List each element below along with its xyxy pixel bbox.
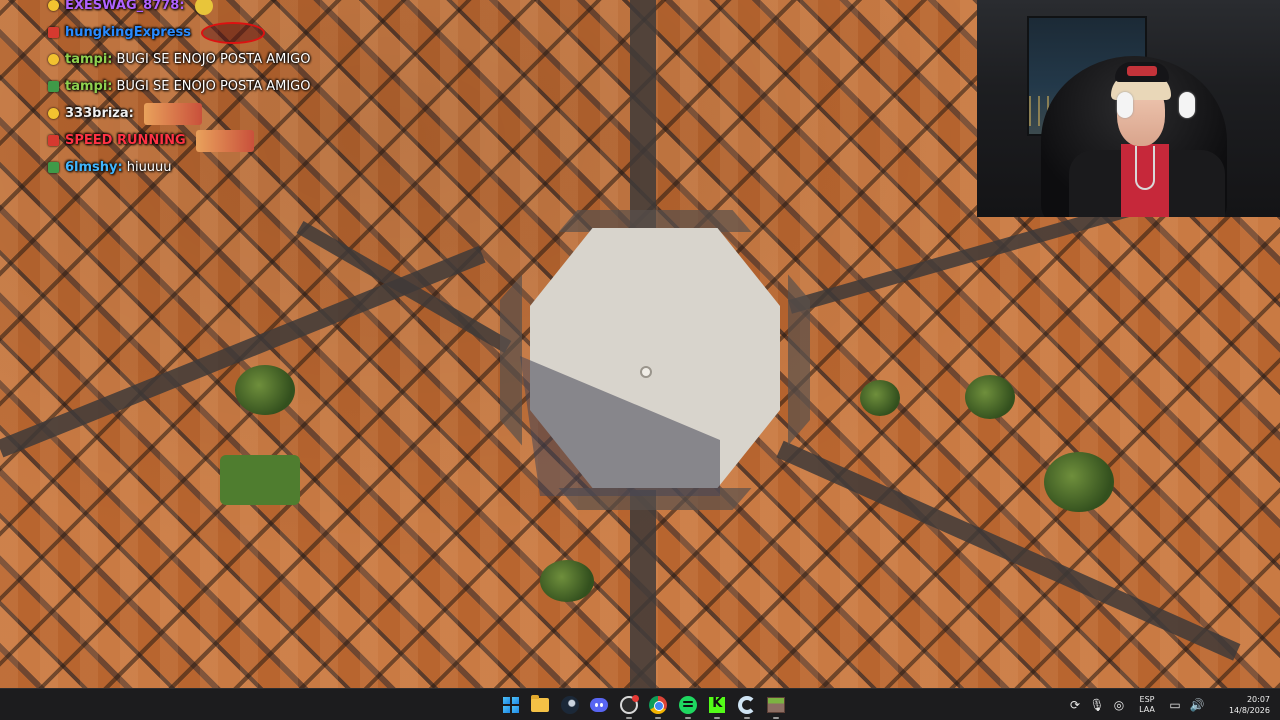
minecraft-icon	[767, 697, 786, 713]
webcam-headphone	[1179, 92, 1195, 118]
language-indicator[interactable]: ESP LAA	[1130, 695, 1164, 715]
chat-emote-icon	[201, 21, 266, 44]
keyboard-layout: LAA	[1139, 705, 1155, 714]
chat-username: 333briza:	[65, 106, 134, 121]
system-tray: ⟳ 🎙 ◎ ESP LAA ▭ 🔊 20:07 14/8/2026	[1064, 689, 1280, 720]
taskbar-app-chrome[interactable]	[644, 689, 674, 720]
chat-username: SPEED RUNNING	[65, 133, 186, 148]
webcam-headphone	[1117, 92, 1133, 118]
spotify-icon	[678, 696, 697, 714]
chrome-icon	[649, 696, 668, 714]
discord-icon	[590, 698, 609, 712]
taskbar-app-obs[interactable]	[614, 689, 644, 720]
taskbar-app-spotify[interactable]	[673, 689, 703, 720]
chat-message: hungkingExpress	[48, 19, 378, 46]
chat-username: EXESWAG_8778:	[65, 0, 185, 13]
wallpaper-monument	[640, 366, 652, 378]
running-indicator	[773, 717, 780, 719]
taskbar-app-discord[interactable]	[585, 689, 615, 720]
wallpaper-tree	[965, 375, 1015, 419]
taskbar-apps	[496, 689, 791, 720]
webcam-jacket	[1069, 150, 1129, 217]
stream-chat-overlay: EXESWAG_8778: hungkingExpress tampi: BUGI S…	[48, 0, 378, 181]
webcam-overlay	[977, 0, 1280, 217]
chat-emote-icon	[194, 0, 213, 15]
chat-text: BUGI SE ENOJO POSTA AMIGO	[116, 52, 311, 67]
webcam-jacket	[1163, 150, 1225, 217]
microphone-icon: 🎙	[1089, 698, 1105, 712]
clock-time: 20:07	[1246, 695, 1270, 704]
chat-message: EXESWAG_8778:	[48, 0, 378, 19]
obs-icon	[619, 695, 639, 714]
chat-username: tampi:	[65, 79, 113, 94]
network-button[interactable]: ▭	[1164, 689, 1186, 720]
wallpaper-tree	[1044, 452, 1114, 512]
chat-message: tampi: BUGI SE ENOJO POSTA AMIGO	[48, 73, 378, 100]
monitor-network-icon: ▭	[1169, 698, 1181, 712]
chat-emote-icon	[195, 129, 254, 152]
chat-message: SPEED RUNNING	[48, 127, 378, 154]
chat-badge-icon	[48, 0, 59, 11]
webcam-necklace	[1135, 146, 1155, 190]
running-indicator	[684, 717, 691, 719]
chat-badge-icon	[48, 54, 59, 65]
running-indicator	[743, 717, 750, 719]
wallpaper-tree	[235, 365, 295, 415]
wallpaper-tree	[540, 560, 594, 602]
chat-text: hiuuuu	[126, 160, 172, 175]
chat-badge-icon	[48, 135, 59, 146]
tray-status-button[interactable]: ◎	[1108, 689, 1130, 720]
chat-username: hungkingExpress	[65, 25, 192, 40]
kick-icon	[709, 696, 726, 713]
webcam-beanie-patch	[1127, 66, 1157, 76]
folder-icon	[531, 695, 550, 712]
chat-badge-icon	[48, 27, 59, 38]
chat-emote-icon	[143, 102, 202, 125]
windows-start-icon	[502, 697, 519, 713]
running-indicator	[714, 717, 721, 719]
chat-username: 6lmshy:	[65, 160, 123, 175]
clock-date: 14/8/2026	[1228, 706, 1270, 715]
steam-icon	[560, 696, 579, 714]
taskbar-app-file-explorer[interactable]	[526, 689, 556, 720]
running-indicator	[655, 717, 662, 719]
volume-button[interactable]: 🔊	[1186, 689, 1208, 720]
language-code: ESP	[1139, 695, 1155, 704]
wallpaper-street	[630, 0, 656, 230]
taskbar: ⟳ 🎙 ◎ ESP LAA ▭ 🔊 20:07 14/8/2026	[0, 688, 1280, 720]
chat-message: tampi: BUGI SE ENOJO POSTA AMIGO	[48, 46, 378, 73]
chat-text: BUGI SE ENOJO POSTA AMIGO	[116, 79, 311, 94]
chat-message: 6lmshy: hiuuuu	[48, 154, 378, 181]
ccleaner-icon	[737, 696, 756, 714]
wallpaper-tree	[860, 380, 900, 416]
refresh-icon: ⟳	[1069, 698, 1081, 712]
start-button[interactable]	[496, 689, 526, 720]
taskbar-app-kick[interactable]	[703, 689, 733, 720]
chat-badge-icon	[48, 108, 59, 119]
chat-badge-icon	[48, 162, 59, 173]
wallpaper-lawn	[220, 455, 300, 505]
wallpaper-street	[630, 490, 656, 688]
taskbar-app-minecraft[interactable]	[762, 689, 792, 720]
taskbar-app-ccleaner[interactable]	[732, 689, 762, 720]
chat-message: 333briza:	[48, 100, 378, 127]
status-icon: ◎	[1113, 698, 1125, 712]
chat-badge-icon	[48, 81, 59, 92]
running-indicator	[625, 717, 632, 719]
chat-username: tampi:	[65, 52, 113, 67]
tray-app-icon[interactable]: ⟳	[1064, 689, 1086, 720]
speaker-icon: 🔊	[1189, 698, 1205, 712]
microphone-button[interactable]: 🎙	[1086, 689, 1108, 720]
taskbar-app-steam[interactable]	[555, 689, 585, 720]
clock[interactable]: 20:07 14/8/2026	[1208, 694, 1280, 716]
